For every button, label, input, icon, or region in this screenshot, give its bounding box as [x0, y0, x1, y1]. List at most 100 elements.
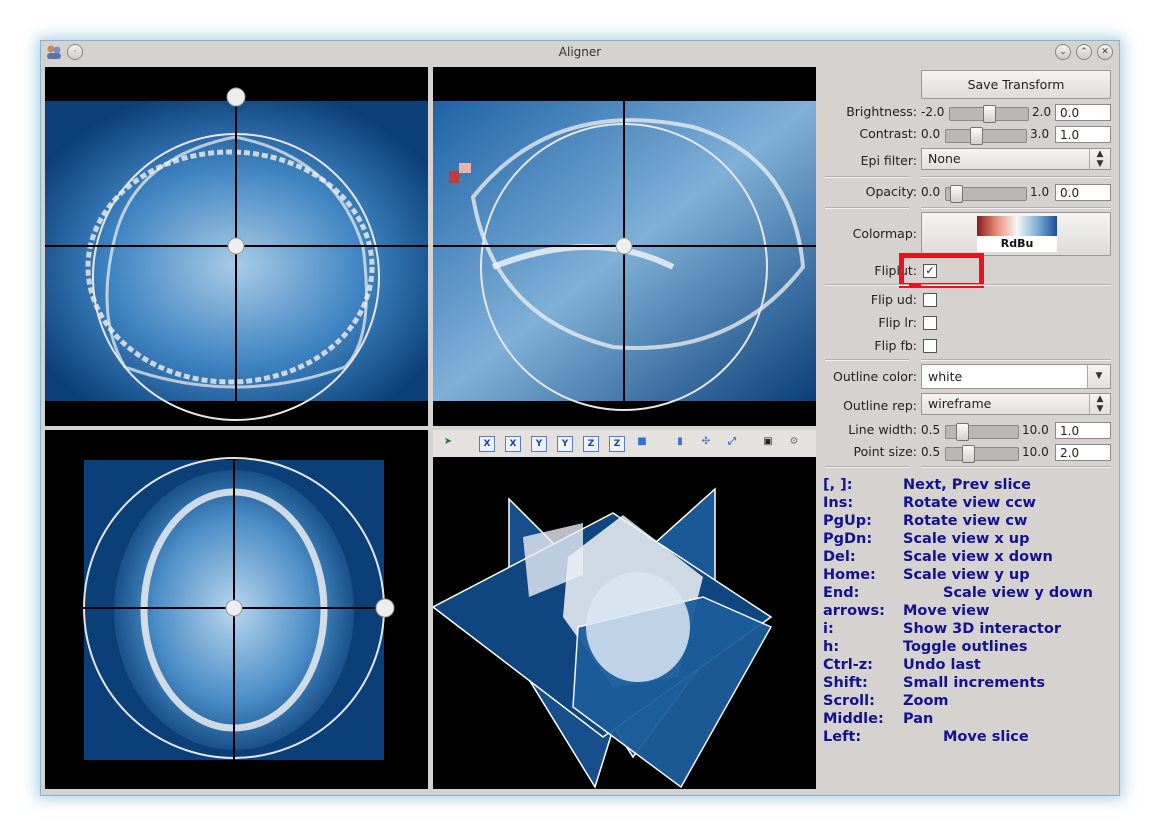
help-desc: Scale view x up: [903, 531, 1030, 547]
help-row: Scroll: Zoom: [823, 693, 1119, 711]
opacity-field[interactable]: 0.0: [1055, 184, 1111, 201]
help-row: PgDn: Scale view x up: [823, 531, 1119, 549]
help-desc: Move slice: [943, 729, 1029, 745]
outline-rep-value: wireframe: [928, 396, 992, 411]
brightness-slider-handle[interactable]: [983, 105, 996, 123]
outline-rep-label: Outline rep:: [843, 398, 917, 413]
line-width-slider[interactable]: [945, 423, 1019, 441]
point-size-slider-handle[interactable]: [962, 445, 975, 463]
maximize-icon[interactable]: ⌃: [1076, 44, 1092, 60]
opacity-min: 0.0: [921, 185, 941, 199]
flip-lr-checkbox[interactable]: [923, 316, 937, 330]
help-desc: Move view: [903, 603, 990, 619]
3d-view[interactable]: [433, 457, 816, 789]
contrast-label: Contrast:: [859, 126, 917, 141]
help-row: [, ]: Next, Prev slice: [823, 477, 1119, 495]
view-z-neg-button[interactable]: Z: [609, 436, 625, 452]
brightness-field[interactable]: 0.0: [1055, 104, 1111, 121]
separator: [921, 176, 1111, 178]
save-icon[interactable]: ▣: [759, 434, 777, 452]
view-z-pos-button[interactable]: Z: [583, 436, 599, 452]
minimize-icon[interactable]: ⌄: [1055, 44, 1071, 60]
help-desc: Show 3D interactor: [903, 621, 1061, 637]
help-key: Left:: [823, 729, 862, 745]
point-size-slider[interactable]: [945, 445, 1019, 463]
contrast-max: 3.0: [1030, 127, 1050, 141]
axes-icon[interactable]: ✣: [697, 434, 715, 452]
opacity-max: 1.0: [1030, 185, 1050, 199]
separator: [921, 207, 1111, 209]
separator: [825, 207, 909, 209]
help-desc: Zoom: [903, 693, 949, 709]
select-tool-icon[interactable]: ➤: [439, 434, 457, 452]
sagittal-view[interactable]: [433, 67, 816, 426]
epi-filter-select[interactable]: None ▲ ▼: [921, 148, 1111, 170]
separator: [921, 359, 1111, 361]
help-key: h:: [823, 639, 840, 655]
help-desc: Scale view y up: [903, 567, 1030, 583]
separator: [921, 284, 1111, 286]
dropdown-arrow-icon[interactable]: ▼: [1087, 365, 1110, 388]
help-key: PgDn:: [823, 531, 873, 547]
close-icon[interactable]: ✕: [1097, 44, 1113, 60]
coronal-view[interactable]: [45, 67, 428, 426]
settings-gear-icon[interactable]: ⚙: [785, 434, 803, 452]
help-key: PgUp:: [823, 513, 872, 529]
point-size-field[interactable]: 2.0: [1055, 444, 1111, 461]
separator: [921, 466, 1111, 468]
point-size-label: Point size:: [853, 444, 917, 459]
help-row: Left: Move slice: [823, 729, 1119, 747]
help-desc: Toggle outlines: [903, 639, 1028, 655]
view-y-neg-button[interactable]: Y: [557, 436, 573, 452]
help-key: Scroll:: [823, 693, 875, 709]
colormap-button[interactable]: RdBu: [921, 212, 1111, 256]
contrast-slider-handle[interactable]: [970, 127, 983, 145]
help-key: i:: [823, 621, 834, 637]
help-row: PgUp: Rotate view cw: [823, 513, 1119, 531]
line-width-max: 10.0: [1022, 423, 1049, 437]
contrast-slider[interactable]: [945, 127, 1027, 145]
help-key: End:: [823, 585, 860, 601]
aligner-window: · Aligner ⌄ ⌃ ✕ ➤ X X Y Y Z Z ■ ▮ ✣ ⤢ ▣ …: [40, 40, 1120, 796]
layout-icon[interactable]: ▮: [671, 434, 689, 452]
opacity-slider-handle[interactable]: [950, 185, 963, 203]
epi-filter-label: Epi filter:: [860, 153, 917, 168]
brightness-slider[interactable]: [949, 105, 1029, 123]
point-size-max: 10.0: [1022, 445, 1049, 459]
help-desc: Rotate view ccw: [903, 495, 1036, 511]
cube-icon[interactable]: ■: [633, 434, 651, 452]
help-desc: Scale view x down: [903, 549, 1053, 565]
help-desc: Undo last: [903, 657, 981, 673]
view-x-pos-button[interactable]: X: [479, 436, 495, 452]
flip-ud-label: Flip ud:: [870, 292, 917, 307]
flip-fb-checkbox[interactable]: [923, 339, 937, 353]
view-y-pos-button[interactable]: Y: [531, 436, 547, 452]
outline-color-select[interactable]: white ▼: [921, 364, 1111, 389]
line-width-slider-handle[interactable]: [956, 423, 969, 441]
spin-arrows-icon[interactable]: ▲ ▼: [1089, 149, 1110, 169]
flip-fb-label: Flip fb:: [874, 338, 917, 353]
line-width-field[interactable]: 1.0: [1055, 422, 1111, 439]
keyboard-help: [, ]: Next, Prev slice Ins: Rotate view cc…: [823, 477, 1119, 747]
separator: [825, 466, 909, 468]
fit-view-icon[interactable]: ⤢: [723, 434, 741, 452]
separator: [825, 359, 909, 361]
view-x-neg-button[interactable]: X: [505, 436, 521, 452]
help-row: End: Scale view y down: [823, 585, 1119, 603]
3d-toolbar: ➤ X X Y Y Z Z ■ ▮ ✣ ⤢ ▣ ⚙: [433, 430, 816, 457]
help-key: Middle:: [823, 711, 884, 727]
outline-rep-select[interactable]: wireframe ▲ ▼: [921, 393, 1111, 415]
save-transform-button[interactable]: Save Transform: [921, 70, 1111, 99]
help-key: Ctrl-z:: [823, 657, 873, 673]
spin-arrows-icon[interactable]: ▲ ▼: [1089, 394, 1110, 414]
opacity-slider[interactable]: [945, 185, 1027, 203]
epi-filter-value: None: [928, 151, 961, 166]
contrast-field[interactable]: 1.0: [1055, 126, 1111, 143]
separator: [825, 284, 909, 286]
title-bar: · Aligner ⌄ ⌃ ✕: [41, 41, 1119, 63]
axial-view[interactable]: [45, 430, 428, 789]
help-key: Home:: [823, 567, 876, 583]
help-desc: Pan: [903, 711, 934, 727]
brightness-min: -2.0: [921, 105, 945, 119]
flip-ud-checkbox[interactable]: [923, 293, 937, 307]
